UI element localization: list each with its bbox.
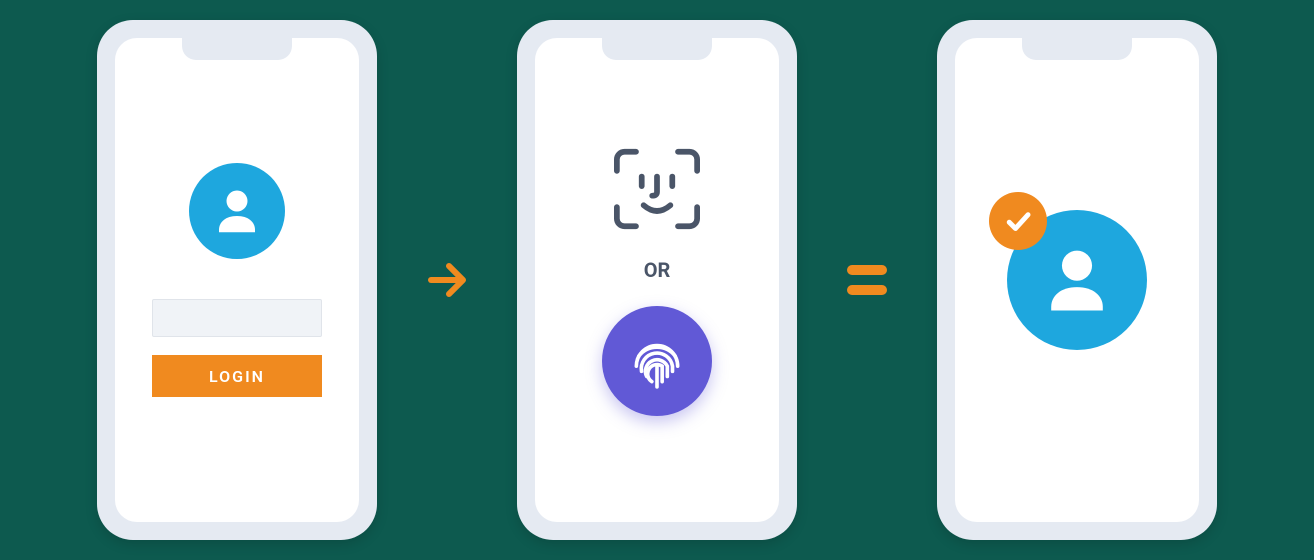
phone-login: LOGIN: [97, 20, 377, 540]
or-label: OR: [644, 258, 671, 282]
password-input[interactable]: [152, 299, 322, 337]
phone-notch: [182, 38, 292, 60]
face-id-icon[interactable]: [602, 144, 712, 234]
phone-notch: [602, 38, 712, 60]
checkmark-badge-icon: [989, 192, 1047, 250]
login-button-label: LOGIN: [209, 367, 265, 386]
user-avatar-icon: [189, 163, 285, 259]
phone-login-screen: LOGIN: [115, 38, 359, 522]
equals-icon: [837, 265, 897, 295]
phone-success: [937, 20, 1217, 540]
fingerprint-icon[interactable]: [602, 306, 712, 416]
phone-notch: [1022, 38, 1132, 60]
arrow-right-icon: [417, 256, 477, 304]
phone-success-screen: [955, 38, 1199, 522]
login-button[interactable]: LOGIN: [152, 355, 322, 397]
authenticated-user: [1007, 210, 1147, 350]
phone-biometric-screen: OR: [535, 38, 779, 522]
phone-biometric: OR: [517, 20, 797, 540]
